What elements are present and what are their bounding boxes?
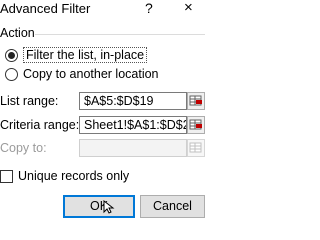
dialog-title: Advanced Filter bbox=[0, 1, 91, 16]
group-divider bbox=[35, 34, 205, 35]
radio-selected-dot bbox=[8, 51, 15, 59]
range-select-icon bbox=[189, 119, 202, 130]
copy-to-label: Copy to: bbox=[0, 141, 47, 155]
list-range-label: List range: bbox=[0, 94, 59, 108]
close-button[interactable]: × bbox=[184, 0, 193, 16]
filter-in-place-option[interactable]: Filter the list, in-place bbox=[5, 47, 148, 63]
range-select-icon bbox=[189, 142, 202, 153]
copy-to-location-option[interactable]: Copy to another location bbox=[5, 66, 159, 82]
criteria-range-value: Sheet1!$A$1:$D$2 bbox=[84, 118, 187, 132]
criteria-range-collapse-button[interactable] bbox=[187, 116, 205, 134]
unique-records-checkbox[interactable] bbox=[0, 169, 13, 183]
copy-to-location-label: Copy to another location bbox=[23, 67, 159, 81]
cancel-button[interactable]: Cancel bbox=[140, 195, 205, 218]
copy-to-input[interactable] bbox=[79, 139, 187, 157]
action-group-label: Action bbox=[0, 26, 35, 40]
help-button[interactable]: ? bbox=[145, 0, 153, 16]
unique-records-label: Unique records only bbox=[18, 169, 130, 183]
copy-to-collapse-button[interactable] bbox=[187, 139, 205, 157]
filter-in-place-radio[interactable] bbox=[5, 48, 18, 62]
criteria-range-label: Criteria range: bbox=[0, 118, 80, 132]
list-range-input[interactable]: $A$5:$D$19 bbox=[79, 92, 187, 110]
title-bar: Advanced Filter ? × bbox=[0, 0, 205, 22]
copy-to-location-radio[interactable] bbox=[5, 67, 18, 81]
mouse-pointer-icon bbox=[103, 200, 115, 214]
criteria-range-input[interactable]: Sheet1!$A$1:$D$2 bbox=[79, 116, 187, 134]
filter-in-place-label: Filter the list, in-place bbox=[23, 47, 148, 63]
unique-records-option[interactable]: Unique records only bbox=[0, 169, 129, 183]
ok-button[interactable]: OK bbox=[63, 195, 135, 218]
list-range-collapse-button[interactable] bbox=[187, 92, 205, 110]
range-select-icon bbox=[189, 95, 202, 106]
